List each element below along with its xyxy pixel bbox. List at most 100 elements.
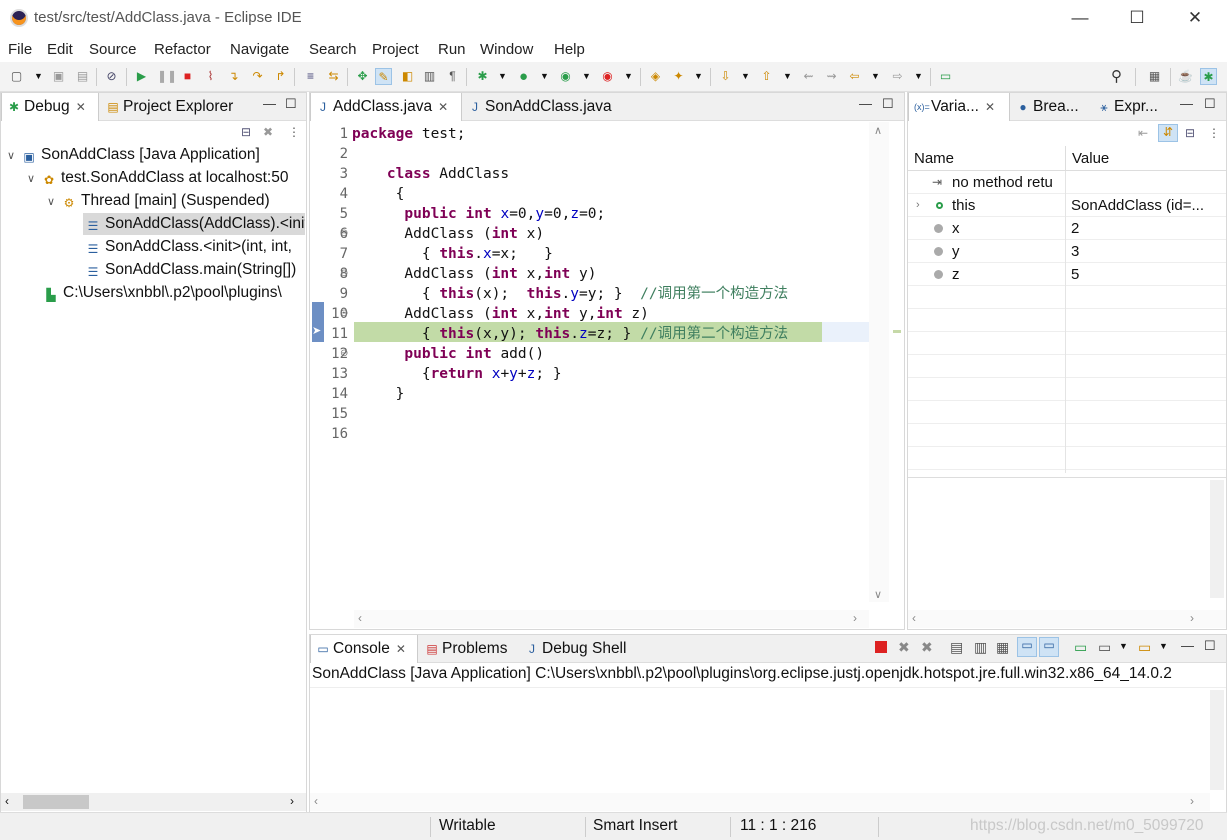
scroll-left-icon[interactable]: ‹ (912, 611, 916, 625)
minimize-view-icon[interactable]: — (1180, 96, 1193, 111)
new-icon[interactable]: ▢ (8, 68, 25, 85)
close-button[interactable]: ✕ (1166, 0, 1224, 38)
minimize-view-icon[interactable]: — (1181, 638, 1194, 653)
open-console-icon[interactable]: ▭ (1138, 639, 1151, 656)
coverage-dropdown-icon[interactable]: ▼ (578, 68, 595, 85)
minimize-button[interactable]: — (1051, 0, 1109, 38)
tree-item-app[interactable]: ∨ ▣ SonAddClass [Java Application] (7, 144, 305, 166)
code-line[interactable]: AddClass (int x) (352, 224, 544, 244)
toggle-block-icon[interactable]: ◧ (399, 68, 416, 85)
last-edit-location-icon[interactable]: ⇜ (800, 68, 817, 85)
variable-row[interactable]: ⇥ no method retu (908, 171, 1226, 194)
maximize-view-icon[interactable]: ☐ (882, 96, 894, 112)
view-menu-icon[interactable]: ⋮ (1208, 126, 1220, 140)
step-into-icon[interactable]: ↴ (225, 68, 242, 85)
code-line[interactable]: AddClass (int x,int y) (352, 264, 596, 284)
close-icon[interactable]: ✕ (438, 100, 448, 114)
code-line[interactable]: public int x=0,y=0,z=0; (352, 204, 605, 224)
menu-refactor[interactable]: Refactor (154, 41, 211, 58)
maximize-view-icon[interactable]: ☐ (285, 96, 297, 112)
external-tools-dropdown-icon[interactable]: ▼ (620, 68, 637, 85)
java-perspective-icon[interactable]: ☕ (1177, 68, 1194, 85)
fold-toggle-icon[interactable]: ⊖ (340, 306, 348, 322)
variable-row[interactable]: › this SonAddClass (id=... (908, 194, 1226, 217)
horizontal-scrollbar[interactable]: ‹ › (354, 610, 869, 628)
terminate-icon[interactable] (875, 641, 887, 653)
save-icon[interactable]: ▣ (50, 68, 67, 85)
tree-item-process[interactable]: ▙ C:\Users\xnbbl\.p2\pool\plugins\ (43, 282, 305, 304)
pin-editor-icon[interactable]: ▭ (937, 68, 954, 85)
code-line[interactable]: { this(x,y); this.z=z; } //调用第二个构造方法 (352, 324, 788, 344)
remove-launch-icon[interactable]: ✖ (898, 639, 910, 656)
debug-dropdown-icon[interactable]: ▼ (494, 68, 511, 85)
fold-toggle-icon[interactable]: ⊖ (340, 266, 348, 282)
new-dropdown-icon[interactable]: ▼ (30, 68, 47, 85)
forward-icon[interactable]: ⇨ (889, 68, 906, 85)
chevron-down-icon[interactable]: ∨ (7, 145, 21, 166)
chevron-right-icon[interactable]: › (916, 194, 920, 217)
next-annotation-dropdown-icon[interactable]: ▼ (737, 68, 754, 85)
external-tools-icon[interactable]: ◉ (599, 68, 616, 85)
clear-console-icon[interactable]: ▤ (950, 639, 963, 656)
maximize-view-icon[interactable]: ☐ (1204, 96, 1216, 112)
scroll-down-icon[interactable]: ∨ (874, 588, 882, 601)
collapse-all-icon[interactable]: ⊟ (1185, 126, 1195, 140)
close-icon[interactable]: ✕ (396, 642, 406, 656)
step-over-icon[interactable]: ↷ (249, 68, 266, 85)
code-line[interactable]: {return x+y+z; } (352, 364, 562, 384)
detail-pane[interactable] (908, 478, 1226, 608)
scroll-right-icon[interactable]: › (1190, 611, 1194, 625)
open-console-dropdown-icon[interactable]: ▼ (1159, 641, 1168, 651)
tab-variables[interactable]: (x)= Varia... ✕ (908, 93, 1010, 121)
overview-marker[interactable] (893, 330, 901, 333)
tree-item-thread[interactable]: ∨ ⚙ Thread [main] (Suspended) (47, 190, 305, 212)
run-dropdown-icon[interactable]: ▼ (536, 68, 553, 85)
code-line[interactable]: { this.x=x; } (352, 244, 553, 264)
code-line[interactable]: { (352, 184, 405, 204)
menu-navigate[interactable]: Navigate (230, 41, 289, 58)
show-whitespace-icon[interactable]: ¶ (444, 68, 461, 85)
tab-project-explorer[interactable]: ▤ Project Explorer (101, 93, 251, 121)
terminate-icon[interactable]: ■ (179, 68, 196, 85)
menu-edit[interactable]: Edit (47, 41, 73, 58)
close-icon[interactable]: ✕ (985, 100, 995, 114)
word-wrap-icon[interactable]: ▦ (996, 639, 1009, 656)
class-dropdown-icon[interactable]: ▼ (690, 68, 707, 85)
horizontal-scrollbar[interactable]: ‹ › (908, 610, 1226, 628)
chevron-down-icon[interactable]: ∨ (47, 191, 61, 212)
show-logical-structure-icon[interactable]: ⇵ (1158, 124, 1178, 142)
show-on-stdout-icon[interactable]: ▭ (1017, 637, 1037, 657)
last-edit-icon[interactable]: ⇝ (823, 68, 840, 85)
remove-all-terminated-icon[interactable]: ✖ (921, 639, 933, 656)
tree-item-stack-frame[interactable]: ☰ SonAddClass.<init>(int, int, (83, 236, 305, 258)
scroll-left-icon[interactable]: ‹ (5, 794, 9, 808)
display-console-icon[interactable]: ▭ (1098, 639, 1111, 656)
menu-run[interactable]: Run (438, 41, 466, 58)
menu-help[interactable]: Help (554, 41, 585, 58)
previous-annotation-dropdown-icon[interactable]: ▼ (779, 68, 796, 85)
skip-breakpoints-icon[interactable]: ⊘ (103, 68, 120, 85)
forward-dropdown-icon[interactable]: ▼ (910, 68, 927, 85)
next-annotation-icon[interactable]: ⇩ (717, 68, 734, 85)
menu-window[interactable]: Window (480, 41, 533, 58)
scroll-right-icon[interactable]: › (290, 794, 294, 808)
column-name-header[interactable]: Name (914, 150, 954, 167)
tab-sonaddclass-java[interactable]: J SonAddClass.java (463, 93, 633, 121)
menu-search[interactable]: Search (309, 41, 357, 58)
show-on-stderr-icon[interactable]: ▭ (1039, 637, 1059, 657)
disconnect-icon[interactable]: ⌇ (202, 68, 219, 85)
fold-toggle-icon[interactable]: ⊖ (340, 226, 348, 242)
search-icon[interactable]: ⚲ (1108, 68, 1125, 85)
menu-file[interactable]: File (8, 41, 32, 58)
chevron-down-icon[interactable]: ∨ (27, 168, 41, 189)
code-line[interactable]: { this(x); this.y=y; } //调用第一个构造方法 (352, 284, 788, 304)
maximize-button[interactable]: ☐ (1108, 0, 1166, 38)
console-output[interactable] (310, 687, 1226, 795)
tab-console[interactable]: ▭ Console ✕ (310, 635, 418, 663)
tab-problems[interactable]: ▤ Problems (420, 635, 518, 663)
code-line[interactable]: class AddClass (352, 164, 509, 184)
menu-source[interactable]: Source (89, 41, 137, 58)
display-console-dropdown-icon[interactable]: ▼ (1119, 641, 1128, 651)
pin-console-icon[interactable]: ▭ (1074, 639, 1087, 656)
back-dropdown-icon[interactable]: ▼ (867, 68, 884, 85)
